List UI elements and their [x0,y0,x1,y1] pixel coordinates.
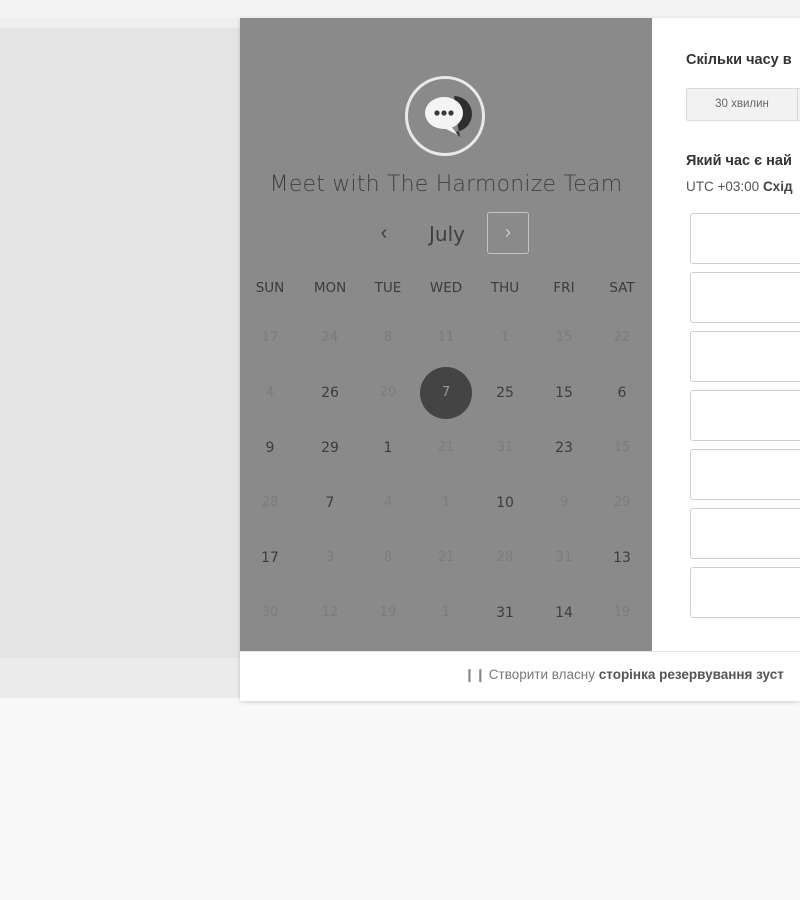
calendar-day: 15 [555,330,573,345]
weekday-sat: SAT [609,280,635,296]
calendar-day: 24 [321,330,339,345]
create-booking-page-link[interactable]: ❙❙ Створити власну сторінка резервування … [464,667,784,683]
duration-option-30[interactable]: 30 хвилин [687,89,798,120]
calendar-day: 4 [383,495,393,510]
calendar-day: 28 [261,495,279,510]
calendar-day[interactable]: 14 [539,601,589,625]
time-slot-button[interactable] [690,390,800,441]
calendar-day[interactable]: 9 [245,436,295,460]
calendar-day[interactable]: 25 [480,381,530,405]
hubspot-sprocket-icon: ❙❙ [464,667,486,682]
calendar-day[interactable]: 6 [597,381,647,405]
calendar-day[interactable]: 1 [363,436,413,460]
calendar-day: 9 [559,495,569,510]
calendar-day[interactable]: 7 [305,491,355,515]
weekday-thu: THU [490,280,520,296]
calendar-day: 30 [261,605,279,620]
chevron-right-icon: › [505,222,511,242]
chat-bubble-icon [411,82,479,150]
calendar-day: 19 [379,605,397,620]
calendar-day: 28 [496,550,514,565]
month-label: July [429,222,465,246]
calendar-day: 21 [437,550,455,565]
weekday-sun: SUN [255,280,285,296]
calendar-day: 8 [383,330,393,345]
calendar-day: 3 [325,550,335,565]
calendar-day: 20 [379,385,397,400]
calendar-day: 15 [613,440,631,455]
calendar-day[interactable]: 13 [597,546,647,570]
footer-text-plain: Створити власну [488,667,595,682]
timezone-name: Схід [762,179,793,194]
calendar-panel: Meet with The Harmonize Team ‹ July › SU… [240,18,652,651]
meeting-title: Meet with The Harmonize Team [269,172,623,197]
booking-widget: Meet with The Harmonize Team ‹ July › SU… [240,18,800,701]
page-background-left [0,18,240,698]
calendar-day: 1 [441,495,451,510]
calendar-day: 12 [321,605,339,620]
calendar-day: 8 [383,550,393,565]
timezone-offset: UTC +03:00 [686,179,760,194]
calendar-day: 22 [613,330,631,345]
calendar-day[interactable]: 29 [305,436,355,460]
team-avatar [405,76,485,156]
calendar-day: 31 [496,440,514,455]
footer-text-bold: сторінка резервування зуст [598,667,784,682]
footer: ❙❙ Створити власну сторінка резервування … [240,651,800,701]
top-strip [0,0,800,18]
time-slot-button[interactable] [690,272,800,323]
calendar-day: 1 [441,605,451,620]
month-navigation: ‹ July › [240,212,652,256]
time-slot-button[interactable] [690,213,800,264]
time-slot-button[interactable] [690,508,800,559]
calendar-day: 19 [613,605,631,620]
calendar-day[interactable]: 23 [539,436,589,460]
calendar-day[interactable]: 26 [305,381,355,405]
calendar-day: 21 [437,440,455,455]
background-panel-bottom [0,658,240,698]
timezone-selector[interactable]: UTC +03:00 Схід [686,179,793,194]
previous-month-button[interactable]: ‹ [372,218,396,248]
calendar-day[interactable]: 15 [539,381,589,405]
duration-question: Скільки часу в [686,52,792,68]
calendar-day: 31 [555,550,573,565]
calendar-day: 11 [437,330,455,345]
weekday-wed: WED [429,280,463,296]
calendar-day[interactable]: 17 [245,546,295,570]
calendar-day: 4 [265,385,275,400]
calendar-day: 17 [261,330,279,345]
calendar-day: 1 [500,330,510,345]
time-slot-button[interactable] [690,449,800,500]
options-panel: Скільки часу в 30 хвилин Який час є най … [652,18,800,651]
duration-selector: 30 хвилин [686,88,800,121]
calendar-day: 29 [613,495,631,510]
weekday-tue: TUE [374,280,402,296]
time-slot-button[interactable] [690,567,800,618]
calendar-day[interactable]: 10 [480,491,530,515]
calendar-day-selected[interactable]: 7 [420,367,472,419]
weekday-mon: MON [313,280,347,296]
calendar-day[interactable]: 31 [480,601,530,625]
time-slot-button[interactable] [690,331,800,382]
next-month-button[interactable]: › [487,212,529,254]
time-question: Який час є най [686,153,792,169]
weekday-header: SUN MON TUE WED THU FRI SAT [240,280,652,300]
chevron-left-icon: ‹ [380,222,388,244]
weekday-fri: FRI [553,280,575,296]
background-panel [0,28,240,663]
